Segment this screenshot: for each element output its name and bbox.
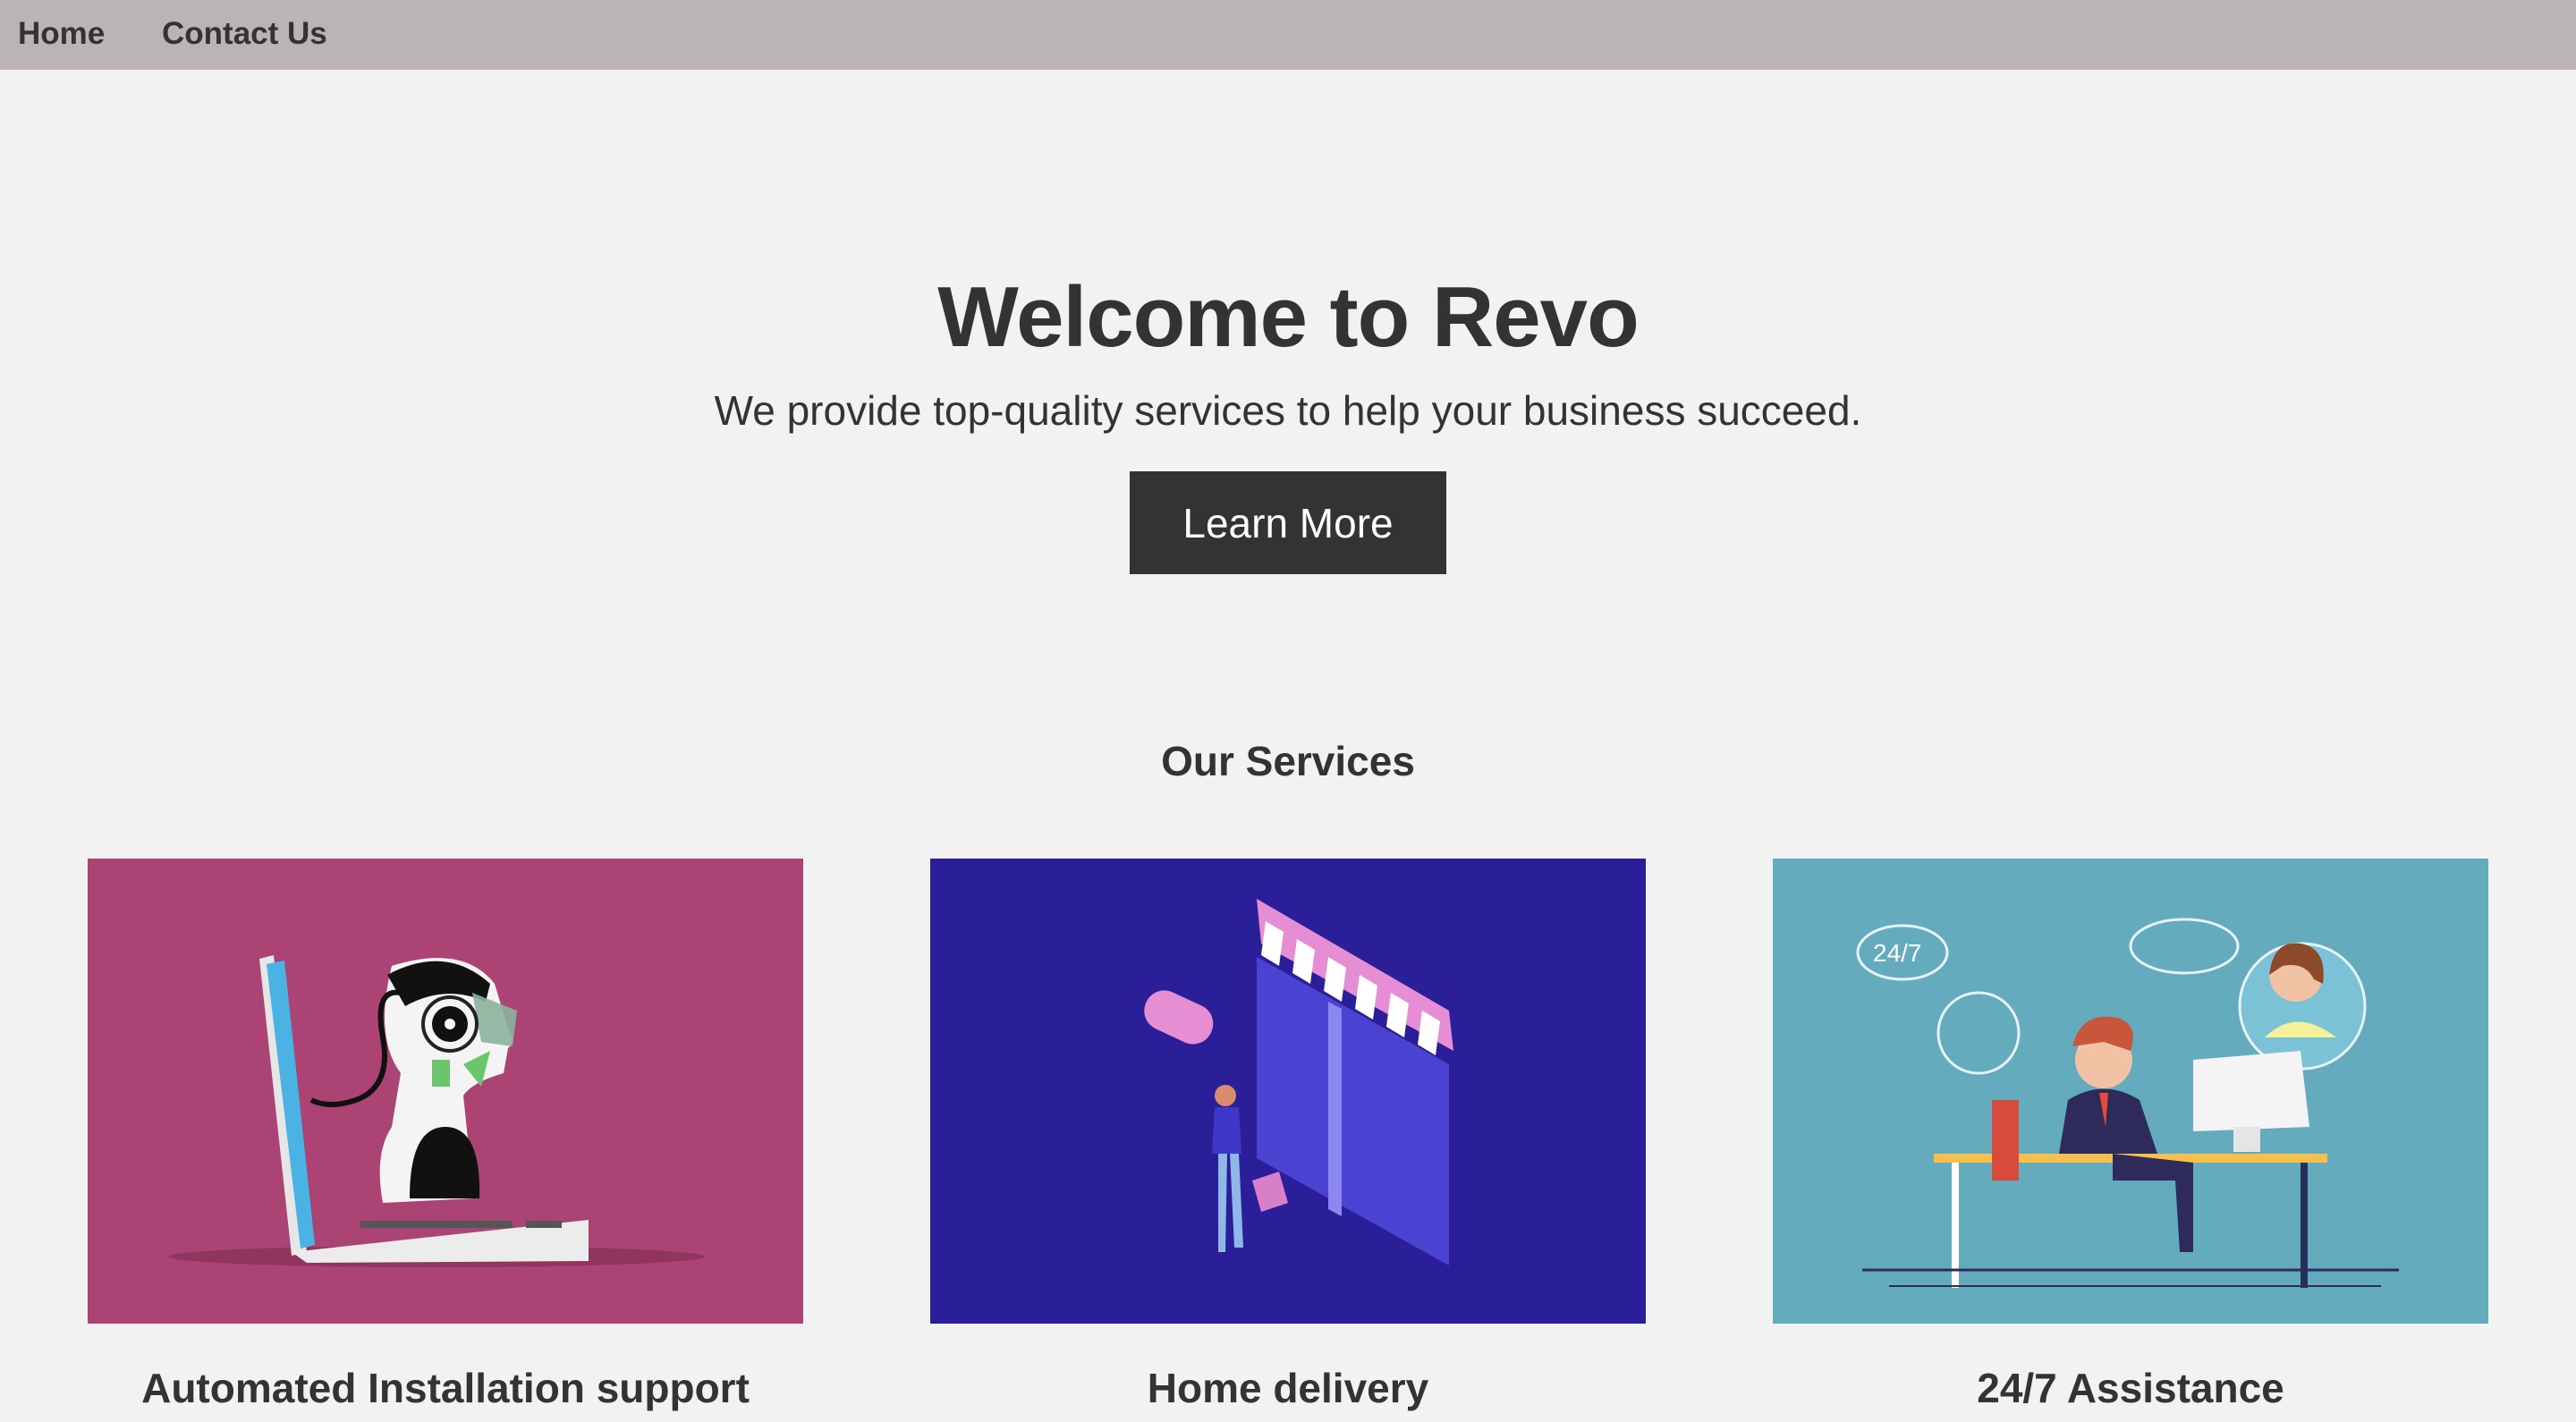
- support-agent-desk-illustration: 24/7: [1773, 859, 2488, 1324]
- service-title-delivery: Home delivery: [1147, 1365, 1429, 1411]
- service-image-installation: [88, 859, 803, 1324]
- robot-laptop-illustration: [88, 859, 803, 1324]
- storefront-shopper-illustration: [930, 859, 1646, 1324]
- service-title-assistance: 24/7 Assistance: [1977, 1365, 2284, 1411]
- nav-home-link[interactable]: Home: [18, 16, 105, 52]
- hero-title: Welcome to Revo: [937, 269, 1639, 365]
- learn-more-button[interactable]: Learn More: [1130, 471, 1446, 574]
- nav-contact-link[interactable]: Contact Us: [162, 16, 327, 52]
- services-heading: Our Services: [1161, 738, 1415, 784]
- navbar: Home Contact Us: [0, 0, 2576, 70]
- service-title-installation: Automated Installation support: [141, 1365, 750, 1411]
- assistance-badge-text: 24/7: [1873, 939, 1922, 967]
- service-image-assistance: 24/7: [1773, 859, 2488, 1324]
- service-image-delivery: [930, 859, 1646, 1324]
- hero-subtitle: We provide top-quality services to help …: [714, 387, 1862, 434]
